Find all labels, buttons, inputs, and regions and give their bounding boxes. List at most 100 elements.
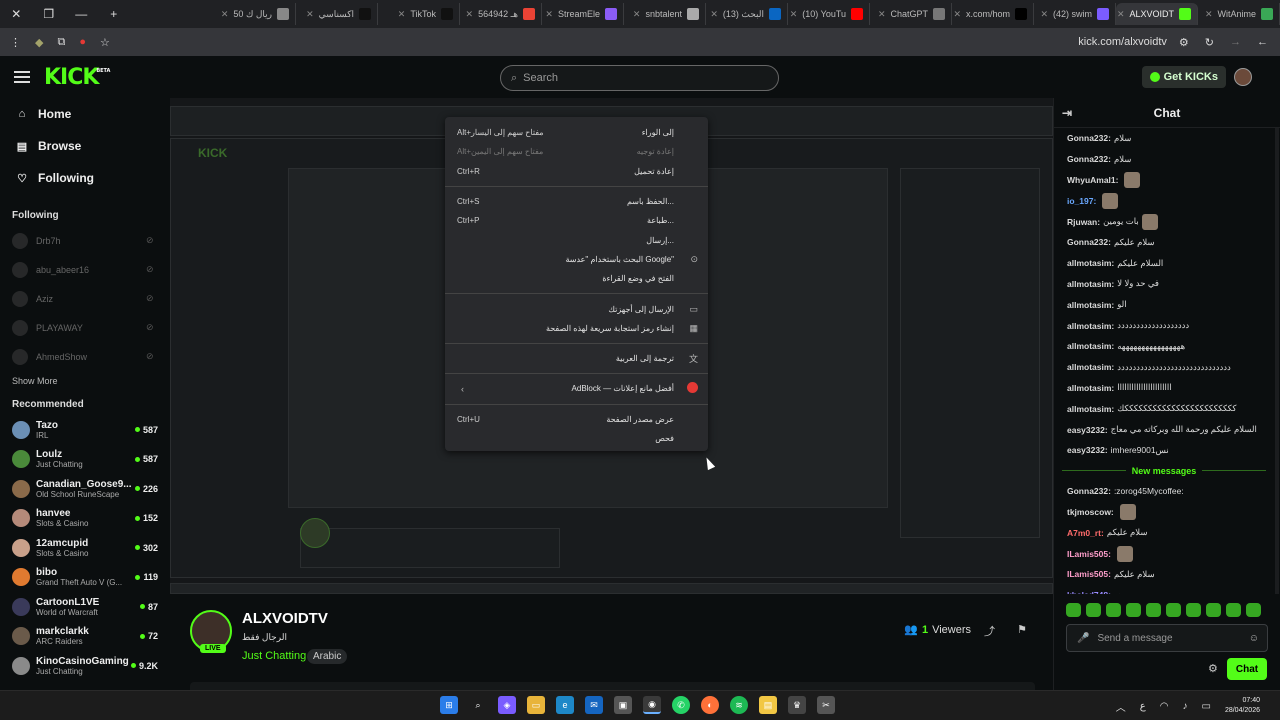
- puzzle-icon[interactable]: ⧉: [57, 36, 65, 49]
- chat-username[interactable]: allmotasim:: [1067, 300, 1114, 310]
- site-settings-icon[interactable]: ⚙: [1179, 36, 1189, 49]
- emote-icon[interactable]: [1206, 603, 1221, 617]
- search-input[interactable]: ⌕ Search: [500, 65, 779, 91]
- language-tag[interactable]: Arabic: [307, 649, 348, 664]
- chat-username[interactable]: allmotasim:: [1067, 321, 1114, 331]
- context-menu-item[interactable]: فحص: [445, 429, 708, 448]
- sidebar-item-browse[interactable]: ▤ Browse: [0, 130, 170, 162]
- chat-username[interactable]: allmotasim:: [1067, 341, 1114, 351]
- chat-input[interactable]: 🎤 Send a message ☺: [1066, 624, 1268, 652]
- forward-icon[interactable]: →: [1230, 36, 1241, 48]
- recommended-channel[interactable]: Tazo IRL 587: [0, 415, 170, 445]
- spotify-icon[interactable]: ≋: [730, 696, 748, 714]
- reload-icon[interactable]: ↻: [1205, 36, 1214, 49]
- minimize-window-icon[interactable]: —: [65, 7, 98, 21]
- context-menu-item[interactable]: Ctrl+S الحفظ باسم...: [445, 192, 708, 211]
- context-menu-item[interactable]: البحث باستخدام "عدسة Google" ⊙: [445, 250, 708, 269]
- mic-icon[interactable]: 🎤: [1077, 633, 1089, 644]
- following-channel[interactable]: AhmedShow ⊘: [0, 342, 170, 371]
- chat-username[interactable]: khaled748:: [1067, 590, 1111, 594]
- chat-username[interactable]: tkjmoscow:: [1067, 507, 1114, 517]
- kick-logo[interactable]: KICK BETA: [44, 65, 110, 90]
- close-window-icon[interactable]: ✕: [0, 7, 33, 21]
- chat-username[interactable]: Gonna232:: [1067, 486, 1111, 496]
- context-menu-item[interactable]: Alt+مفتاح سهم إلى اليمين إعادة توجيه: [445, 142, 708, 161]
- emote-icon[interactable]: [1186, 603, 1201, 617]
- emoji-picker-icon[interactable]: ☺: [1249, 633, 1259, 644]
- show-more-link[interactable]: Show More: [0, 371, 170, 391]
- context-menu-item[interactable]: Ctrl+U عرض مصدر الصفحة: [445, 410, 708, 429]
- chat-username[interactable]: allmotasim:: [1067, 279, 1114, 289]
- chat-username[interactable]: ILamis505:: [1067, 549, 1111, 559]
- send-chat-button[interactable]: Chat: [1227, 658, 1267, 680]
- chat-username[interactable]: Gonna232:: [1067, 133, 1111, 143]
- sidebar-item-following[interactable]: ♡ Following: [0, 162, 170, 194]
- chat-username[interactable]: allmotasim:: [1067, 258, 1114, 268]
- emote-icon[interactable]: [1086, 603, 1101, 617]
- hamburger-menu-icon[interactable]: [14, 71, 30, 83]
- mail-icon[interactable]: ✉: [585, 696, 603, 714]
- recommended-channel[interactable]: markclarkk ARC Raiders 72: [0, 622, 170, 652]
- recommended-channel[interactable]: Canadian_Goose9... Old School RuneScape 22…: [0, 474, 170, 504]
- close-tab-icon[interactable]: ✕: [398, 9, 406, 20]
- browser-tab[interactable]: ✕ 50 ريال ك: [214, 3, 296, 25]
- context-menu-item[interactable]: ترجمة إلى العربية 文: [445, 349, 708, 368]
- context-menu-item[interactable]: إرسال...: [445, 230, 708, 249]
- close-tab-icon[interactable]: ✕: [221, 9, 229, 20]
- chat-username[interactable]: allmotasim:: [1067, 404, 1114, 414]
- browser-tab[interactable]: ✕ TikTok: [378, 3, 460, 25]
- chat-username[interactable]: Rjuwan:: [1067, 217, 1100, 227]
- emote-icon[interactable]: [1166, 603, 1181, 617]
- chat-username[interactable]: easy3232:: [1067, 425, 1108, 435]
- tray-overflow-icon[interactable]: ︿: [1116, 699, 1126, 714]
- chat-username[interactable]: allmotasim:: [1067, 383, 1114, 393]
- back-icon[interactable]: ←: [1257, 36, 1268, 48]
- following-channel[interactable]: Aziz ⊘: [0, 284, 170, 313]
- emote-icon[interactable]: [1226, 603, 1241, 617]
- chat-username[interactable]: WhyuAmal1:: [1067, 175, 1118, 185]
- close-tab-icon[interactable]: ✕: [1117, 9, 1125, 20]
- chat-username[interactable]: ILamis505:: [1067, 569, 1111, 579]
- recommended-channel[interactable]: 12amcupid Slots & Casino 302: [0, 533, 170, 563]
- chat-username[interactable]: A7m0_rt:: [1067, 528, 1104, 538]
- emote-icon[interactable]: [1126, 603, 1141, 617]
- browser-tab[interactable]: ✕ snbtalent: [624, 3, 706, 25]
- chat-username[interactable]: Gonna232:: [1067, 154, 1111, 164]
- context-menu-item[interactable]: Alt+مفتاح سهم إلى اليسار إلى الوراء: [445, 123, 708, 142]
- game-app-icon[interactable]: ♛: [788, 696, 806, 714]
- following-channel[interactable]: abu_abeer16 ⊘: [0, 255, 170, 284]
- chat-scrollbar[interactable]: [1275, 128, 1279, 594]
- bookmark-star-icon[interactable]: ☆: [100, 36, 110, 49]
- recommended-channel[interactable]: hanvee Slots & Casino 152: [0, 504, 170, 534]
- close-tab-icon[interactable]: ✕: [633, 9, 641, 20]
- browser-tab[interactable]: ✕ (42) swim: [1034, 3, 1116, 25]
- browser-tab[interactable]: ✕ (13) البحث: [706, 3, 788, 25]
- clock[interactable]: 07:40 28/04/2026: [1225, 696, 1260, 716]
- browser-tab[interactable]: ✕ x.com/hom: [952, 3, 1034, 25]
- input-language[interactable]: ع: [1140, 701, 1146, 712]
- share-icon[interactable]: ⤴: [984, 623, 995, 639]
- recommended-channel[interactable]: KinoCasinoGaming Just Chatting 9.2K: [0, 651, 170, 681]
- close-tab-icon[interactable]: ✕: [466, 9, 474, 20]
- close-tab-icon[interactable]: ✕: [878, 9, 886, 20]
- collapse-chat-icon[interactable]: ⇥: [1062, 106, 1072, 120]
- report-icon[interactable]: ⚑: [1017, 623, 1027, 636]
- snipping-tool-icon[interactable]: ✂: [817, 696, 835, 714]
- emote-icon[interactable]: [1246, 603, 1261, 617]
- streamer-name[interactable]: ALXVOIDTV: [242, 610, 328, 627]
- sticky-notes-icon[interactable]: ▤: [759, 696, 777, 714]
- recommended-channel[interactable]: CartoonL1VE World of Warcraft 87: [0, 592, 170, 622]
- restore-window-icon[interactable]: ❐: [33, 7, 66, 21]
- emote-icon[interactable]: [1066, 603, 1081, 617]
- menu-dots-icon[interactable]: ⋮: [10, 36, 21, 49]
- chat-username[interactable]: Gonna232:: [1067, 237, 1111, 247]
- close-tab-icon[interactable]: ✕: [953, 9, 961, 20]
- chat-username[interactable]: allmotasim:: [1067, 362, 1114, 372]
- firefox-icon[interactable]: ◐: [701, 696, 719, 714]
- context-menu-item[interactable]: Ctrl+P طباعة...: [445, 211, 708, 230]
- copilot-icon[interactable]: ◈: [498, 696, 516, 714]
- chat-settings-icon[interactable]: ⚙: [1208, 662, 1218, 675]
- search-taskbar-icon[interactable]: ⌕: [469, 696, 487, 714]
- close-tab-icon[interactable]: ✕: [790, 9, 798, 20]
- browser-tab[interactable]: ✕ ChatGPT: [870, 3, 952, 25]
